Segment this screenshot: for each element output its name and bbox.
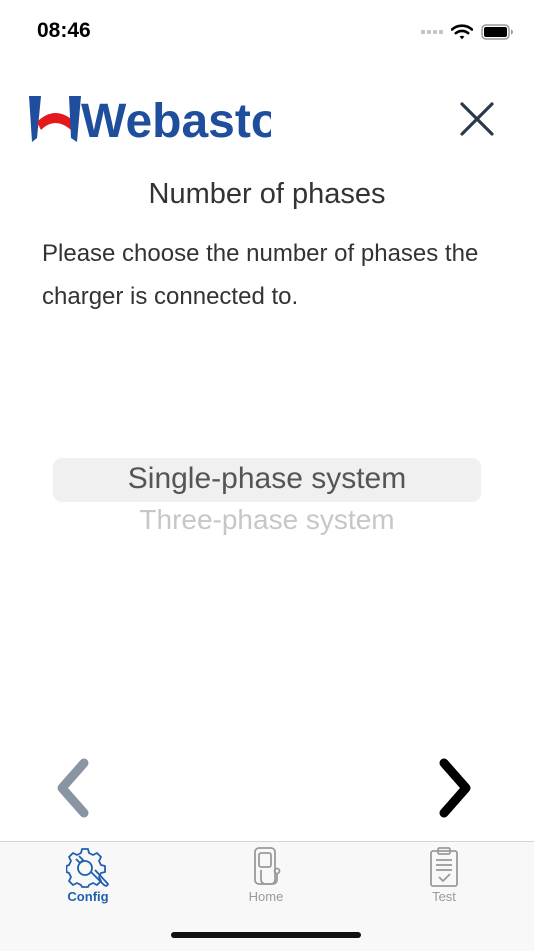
home-indicator[interactable] <box>171 932 361 938</box>
tab-config[interactable]: Config <box>33 846 143 906</box>
page-description: Please choose the number of phases the c… <box>42 240 479 310</box>
status-time: 08:46 <box>37 19 91 42</box>
webasto-logo: Webasto <box>25 94 280 148</box>
logo-text: Webasto <box>81 95 271 146</box>
gear-wrench-icon <box>66 848 109 888</box>
charger-icon <box>254 847 281 885</box>
tab-test[interactable]: Test <box>389 846 499 906</box>
next-button[interactable] <box>434 757 480 819</box>
close-icon <box>460 102 494 136</box>
status-bar: 08:46 <box>0 0 534 64</box>
tab-test-label: Test <box>432 889 456 904</box>
picker-option-three-phase[interactable]: Three-phase system <box>53 504 481 536</box>
chevron-left-icon <box>57 758 89 818</box>
clipboard-check-icon <box>430 847 458 887</box>
battery-icon <box>481 24 513 40</box>
status-icons <box>421 22 514 42</box>
wifi-icon <box>451 24 473 40</box>
tab-home[interactable]: Home <box>211 846 321 906</box>
tab-home-label: Home <box>248 889 284 904</box>
cellular-signal-icon <box>421 30 443 34</box>
page-title: Number of phases <box>148 178 386 210</box>
previous-button[interactable] <box>50 757 96 819</box>
tab-config-label: Config <box>67 889 109 904</box>
picker-option-single-phase[interactable]: Single-phase system <box>53 462 481 496</box>
chevron-right-icon <box>439 758 471 818</box>
close-button[interactable] <box>456 98 498 140</box>
